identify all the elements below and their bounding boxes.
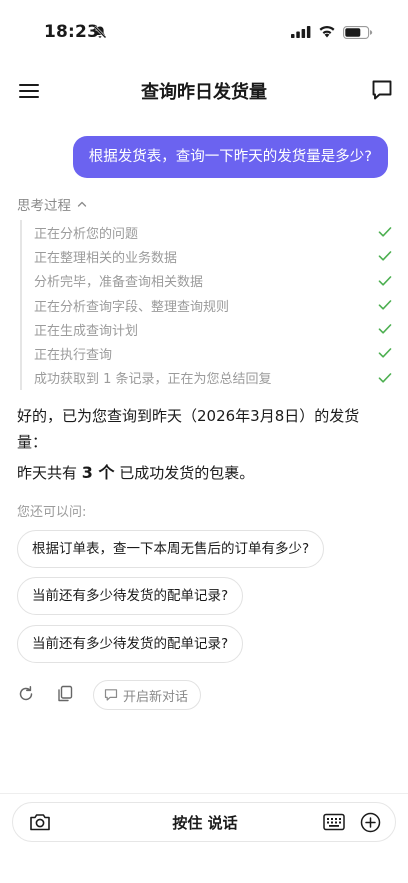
check-icon	[378, 348, 392, 359]
suggestion-chip[interactable]: 当前还有多少待发货的配单记录?	[17, 577, 244, 615]
thinking-step-text: 正在执行查询	[34, 348, 113, 364]
thinking-step-text: 成功获取到 1 条记录，正在为您总结回复	[34, 372, 272, 388]
status-bar: 18:23	[0, 0, 408, 60]
answer-summary-count: 3 个	[81, 463, 115, 482]
answer-text: 好的，已为您查询到昨天（2026年3月8日）的发货量：	[17, 407, 360, 451]
nav-bar: 查询昨日发货量	[0, 68, 408, 114]
check-icon	[378, 300, 392, 310]
thinking-step-text: 正在生成查询计划	[34, 323, 139, 339]
thinking-step: 正在分析查询字段、整理查询规则	[22, 293, 392, 317]
suggestion-chip[interactable]: 当前还有多少待发货的配单记录?	[17, 625, 244, 663]
thinking-step: 成功获取到 1 条记录，正在为您总结回复	[22, 366, 392, 390]
thinking-step-text: 正在分析您的问题	[34, 226, 139, 242]
thinking-step: 正在执行查询	[22, 341, 392, 365]
user-message-bubble: 根据发货表，查询一下昨天的发货量是多少?	[72, 136, 388, 178]
thinking-steps: 正在分析您的问题 正在整理相关的业务数据 分析完毕，准备查询相关数据 正在分析查…	[20, 220, 392, 391]
status-time: 18:23	[44, 22, 100, 42]
answer-summary: 昨天共有 3 个 已成功发货的包裹。	[17, 460, 254, 486]
suggestion-chip[interactable]: 根据订单表，查一下本周无售后的订单有多少?	[17, 530, 325, 568]
new-chat-icon[interactable]	[370, 78, 394, 102]
answer-summary-suffix: 已成功发货的包裹。	[119, 464, 255, 482]
keyboard-icon[interactable]	[323, 813, 345, 831]
answer-summary-prefix: 昨天共有	[17, 464, 78, 482]
thinking-step-text: 正在整理相关的业务数据	[34, 250, 178, 266]
battery-icon	[343, 26, 373, 39]
thinking-step-text: 分析完毕，准备查询相关数据	[34, 275, 204, 291]
new-conversation-button[interactable]: 开启新对话	[93, 680, 202, 710]
bottom-divider	[0, 793, 408, 794]
check-icon	[378, 324, 392, 334]
suggestions-label: 您还可以问:	[17, 505, 87, 520]
page-title: 查询昨日发货量	[141, 82, 267, 103]
new-conversation-label: 开启新对话	[123, 689, 189, 705]
input-bar: 按住 说话	[12, 802, 396, 842]
chevron-up-icon	[77, 201, 87, 207]
copy-icon[interactable]	[56, 685, 74, 703]
bell-muted-icon	[93, 25, 107, 39]
thinking-step-text: 正在分析查询字段、整理查询规则	[34, 299, 230, 315]
plus-icon[interactable]	[360, 812, 381, 833]
check-icon	[378, 275, 392, 286]
check-icon	[378, 227, 392, 237]
thinking-toggle[interactable]: 思考过程	[17, 194, 87, 214]
chat-bubble-icon	[104, 689, 118, 701]
wifi-icon	[319, 25, 335, 38]
thinking-step: 正在整理相关的业务数据	[22, 244, 392, 268]
thinking-label: 思考过程	[17, 198, 71, 214]
thinking-step: 正在分析您的问题	[22, 220, 392, 244]
check-icon	[378, 372, 392, 383]
thinking-step: 正在生成查询计划	[22, 317, 392, 341]
refresh-icon[interactable]	[17, 685, 35, 703]
check-icon	[378, 251, 392, 261]
cell-signal-icon	[291, 26, 311, 38]
thinking-step: 分析完毕，准备查询相关数据	[22, 269, 392, 293]
